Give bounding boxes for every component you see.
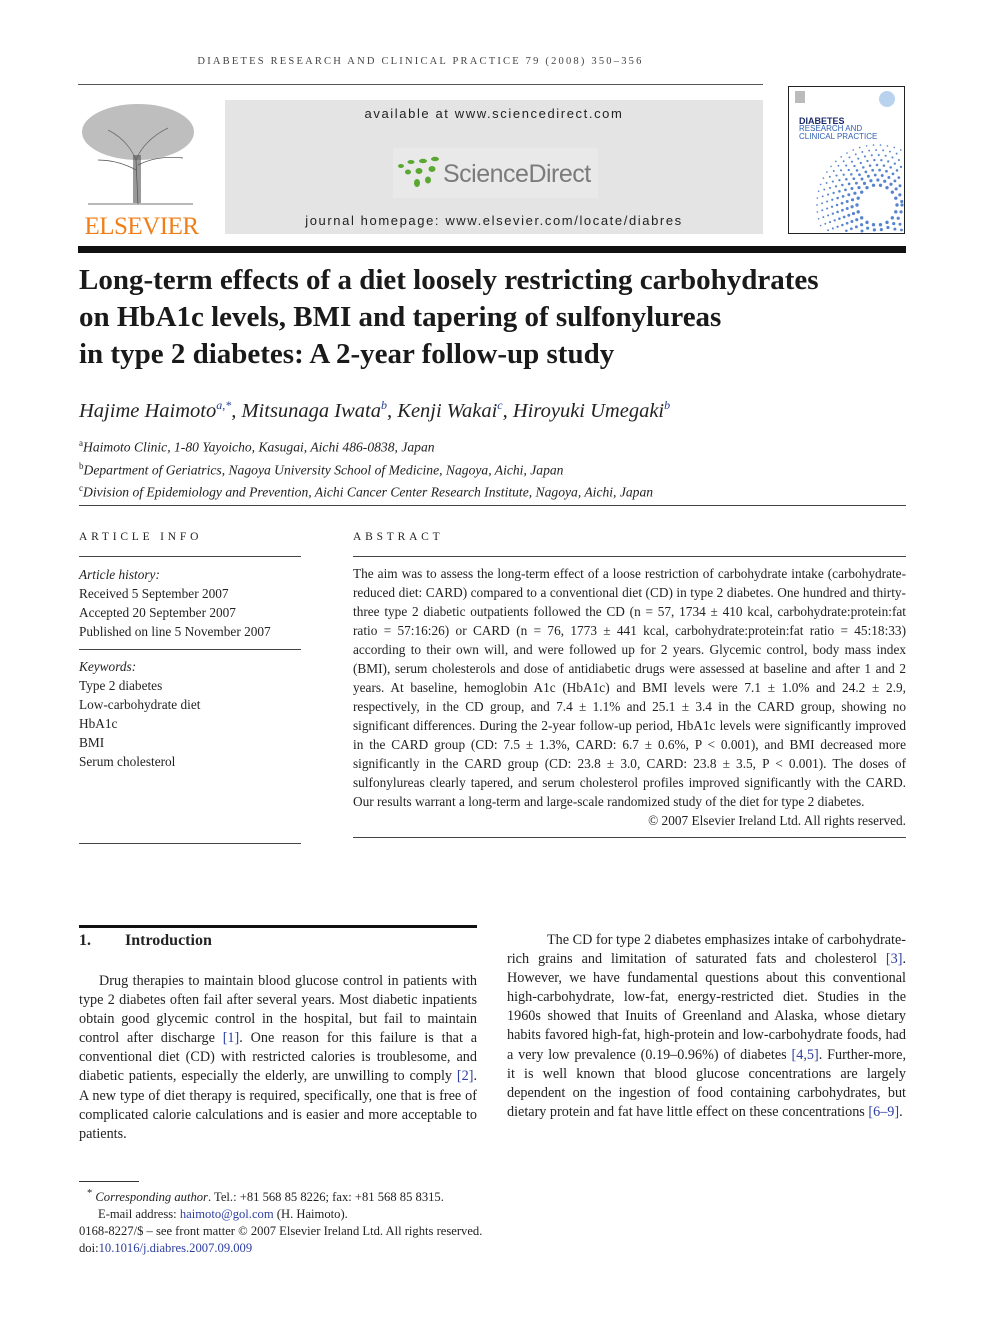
keyword: Low-carbohydrate diet bbox=[79, 697, 201, 712]
intro-left-column: Drug therapies to maintain blood glucose… bbox=[79, 972, 477, 1144]
email-label: E-mail address: bbox=[98, 1207, 180, 1222]
sciencedirect-logo[interactable]: ScienceDirect bbox=[393, 148, 598, 198]
author-name: Kenji Wakai bbox=[397, 399, 498, 422]
cover-title: DIABETES RESEARCH AND CLINICAL PRACTICE bbox=[799, 117, 877, 141]
doi-line: doi:10.1016/j.diabres.2007.09.009 bbox=[79, 1240, 482, 1257]
divider bbox=[79, 843, 301, 844]
publisher-name: ELSEVIER bbox=[84, 213, 199, 240]
history-label: Article history: bbox=[79, 567, 160, 582]
available-at-text[interactable]: available at www.sciencedirect.com bbox=[225, 106, 763, 121]
section-divider bbox=[79, 505, 906, 506]
keyword: Type 2 diabetes bbox=[79, 678, 163, 693]
abstract-heading: ABSTRACT bbox=[353, 531, 444, 543]
corresponding-author-note: * Corresponding author. Tel.: +81 568 85… bbox=[79, 1185, 482, 1206]
author-affiliation-mark[interactable]: b bbox=[664, 398, 670, 412]
email-link[interactable]: haimoto@gol.com bbox=[180, 1207, 274, 1221]
keywords-label: Keywords: bbox=[79, 659, 137, 674]
abstract-text: The aim was to assess the long-term effe… bbox=[353, 566, 906, 809]
section-heading: 1. Introduction bbox=[79, 932, 212, 950]
paragraph: The CD for type 2 diabetes emphasizes in… bbox=[507, 931, 906, 1122]
keyword: Serum cholesterol bbox=[79, 754, 176, 769]
section-rule bbox=[79, 925, 477, 928]
journal-homepage-text[interactable]: journal homepage: www.elsevier.com/locat… bbox=[225, 213, 763, 228]
text-segment: . bbox=[899, 1103, 903, 1120]
affiliation-text: Haimoto Clinic, 1-80 Yayoicho, Kasugai, … bbox=[83, 439, 435, 455]
intro-right-column: The CD for type 2 diabetes emphasizes in… bbox=[507, 931, 906, 1122]
corr-label: Corresponding author bbox=[95, 1190, 208, 1205]
doi-label: doi: bbox=[79, 1241, 99, 1256]
running-head: DIABETES RESEARCH AND CLINICAL PRACTICE … bbox=[197, 56, 644, 67]
footnotes: * Corresponding author. Tel.: +81 568 85… bbox=[79, 1185, 482, 1257]
cover-title-line: CLINICAL PRACTICE bbox=[799, 132, 878, 141]
divider bbox=[79, 649, 301, 650]
doi-link[interactable]: 10.1016/j.diabres.2007.09.009 bbox=[99, 1241, 253, 1255]
title-line: Long-term effects of a diet loosely rest… bbox=[79, 264, 819, 296]
author-list: Hajime Haimotoa,*, Mitsunaga Iwatab, Ken… bbox=[79, 398, 671, 422]
title-line: in type 2 diabetes: A 2-year follow-up s… bbox=[79, 338, 615, 370]
article-info: ARTICLE INFO Article history: Received 5… bbox=[79, 531, 301, 844]
affiliations: aHaimoto Clinic, 1-80 Yayoicho, Kasugai,… bbox=[79, 434, 653, 502]
history-item: Accepted 20 September 2007 bbox=[79, 605, 236, 620]
paragraph: Drug therapies to maintain blood glucose… bbox=[79, 972, 477, 1144]
journal-banner: available at www.sciencedirect.com Scien… bbox=[225, 100, 763, 234]
citation-link[interactable]: [6–9] bbox=[868, 1104, 899, 1120]
divider bbox=[353, 556, 906, 557]
email-note: E-mail address: haimoto@gol.com (H. Haim… bbox=[79, 1206, 482, 1223]
citation-link[interactable]: [3] bbox=[886, 951, 903, 967]
affiliation-text: Department of Geriatrics, Nagoya Univers… bbox=[83, 462, 564, 478]
elsevier-tree-icon bbox=[82, 104, 194, 205]
section-title: Introduction bbox=[125, 932, 212, 949]
affiliation-text: Division of Epidemiology and Prevention,… bbox=[83, 484, 654, 500]
author-affiliation-mark[interactable]: c bbox=[497, 398, 502, 412]
article-info-heading: ARTICLE INFO bbox=[79, 531, 203, 543]
author-name: Mitsunaga Iwata bbox=[241, 399, 382, 422]
history-item: Received 5 September 2007 bbox=[79, 586, 229, 601]
article-title: Long-term effects of a diet loosely rest… bbox=[79, 262, 909, 373]
elsevier-logo[interactable]: ELSEVIER bbox=[78, 100, 205, 240]
divider bbox=[79, 556, 301, 557]
author-affiliation-mark[interactable]: a,* bbox=[216, 398, 231, 412]
header-bar bbox=[78, 246, 906, 253]
abstract-copyright: © 2007 Elsevier Ireland Ltd. All rights … bbox=[648, 813, 906, 828]
citation-link[interactable]: [1] bbox=[223, 1030, 240, 1046]
author-name: Hiroyuki Umegaki bbox=[512, 399, 665, 422]
abstract: ABSTRACT The aim was to assess the long-… bbox=[353, 531, 906, 838]
header-divider bbox=[78, 84, 763, 85]
email-suffix: (H. Haimoto). bbox=[273, 1207, 348, 1222]
history-item: Published on line 5 November 2007 bbox=[79, 624, 271, 639]
footnote-mark: * bbox=[87, 1188, 93, 1199]
affiliation: aHaimoto Clinic, 1-80 Yayoicho, Kasugai,… bbox=[79, 434, 653, 457]
affiliation: cDivision of Epidemiology and Prevention… bbox=[79, 479, 653, 502]
sciencedirect-dots-icon bbox=[398, 156, 439, 187]
affiliation: bDepartment of Geriatrics, Nagoya Univer… bbox=[79, 457, 653, 480]
title-line: on HbA1c levels, BMI and tapering of sul… bbox=[79, 301, 722, 333]
footnote-rule bbox=[79, 1181, 139, 1182]
issn-line: 0168-8227/$ – see front matter © 2007 El… bbox=[79, 1224, 483, 1239]
author-name: Hajime Haimoto bbox=[79, 399, 217, 422]
author-affiliation-mark[interactable]: b bbox=[381, 398, 387, 412]
text-segment: The CD for type 2 diabetes emphasizes in… bbox=[507, 932, 906, 968]
divider bbox=[353, 837, 906, 838]
cover-art-icon bbox=[795, 91, 904, 233]
keyword: HbA1c bbox=[79, 716, 118, 731]
keyword: BMI bbox=[79, 735, 105, 750]
journal-cover[interactable]: DIABETES RESEARCH AND CLINICAL PRACTICE bbox=[788, 86, 905, 234]
citation-link[interactable]: [2] bbox=[457, 1068, 474, 1084]
section-number: 1. bbox=[79, 932, 91, 949]
citation-link[interactable]: [4,5] bbox=[792, 1047, 819, 1063]
sciencedirect-wordmark: ScienceDirect bbox=[443, 160, 591, 188]
corr-text: . Tel.: +81 568 85 8226; fax: +81 568 85… bbox=[207, 1190, 444, 1205]
